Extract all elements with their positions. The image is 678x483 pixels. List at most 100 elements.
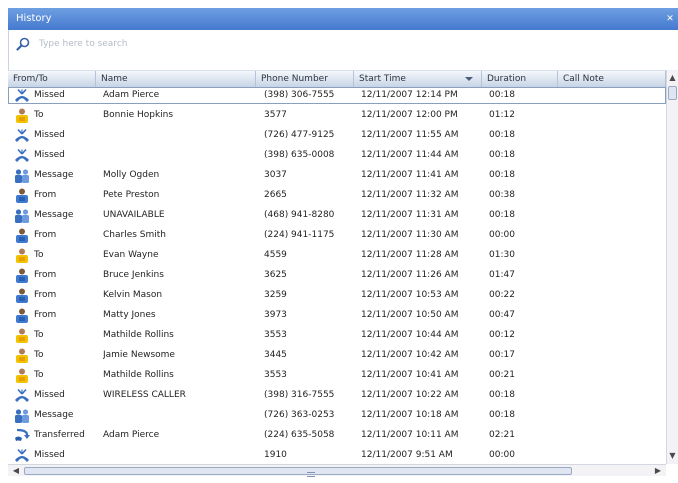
call-row[interactable]: Message UNAVAILABLE (468) 941-8280 12/11/20… (8, 207, 666, 224)
close-icon[interactable]: ✕ (665, 13, 675, 25)
call-row[interactable]: To Bonnie Hopkins 3577 12/11/2007 12:00 PM 0… (8, 107, 666, 124)
cell-duration: 00:00 (489, 230, 515, 240)
call-row[interactable]: From Pete Preston 2665 12/11/2007 11:32 AM 0… (8, 187, 666, 204)
call-row[interactable]: To Mathilde Rollins 3553 12/11/2007 10:41 A… (8, 367, 666, 384)
cell-name: Mathilde Rollins (103, 330, 174, 340)
cell-duration: 00:18 (489, 90, 515, 100)
scroll-left-icon[interactable]: ◀ (10, 465, 22, 476)
horizontal-scroll-thumb[interactable] (24, 467, 572, 477)
scroll-up-icon[interactable]: ▲ (667, 72, 678, 84)
cell-call-note (565, 87, 665, 104)
cell-start-time: 12/11/2007 11:28 AM (361, 250, 459, 260)
missed-call-icon (14, 448, 30, 463)
call-row[interactable]: Message Molly Ogden 3037 12/11/2007 11:41 A… (8, 167, 666, 184)
cell-name: Adam Pierce (103, 90, 160, 100)
column-header-name[interactable]: Name (96, 71, 256, 87)
cell-phone: 3553 (264, 370, 287, 380)
cell-from-to: From (34, 310, 57, 320)
cell-phone: (224) 941-1175 (264, 230, 335, 240)
cell-call-note (565, 267, 665, 284)
cell-start-time: 12/11/2007 10:42 AM (361, 350, 459, 360)
cell-name (103, 407, 253, 424)
cell-phone: 3445 (264, 350, 287, 360)
cell-phone: 3973 (264, 310, 287, 320)
search-icon (16, 37, 30, 51)
column-header-from-to[interactable]: From/To (8, 71, 96, 87)
call-row[interactable]: Transferred Adam Pierce (224) 635-5058 12/1… (8, 427, 666, 444)
vertical-scroll-thumb[interactable] (668, 86, 677, 100)
cell-phone: (224) 635-5058 (264, 430, 335, 440)
column-header-call-note[interactable]: Call Note (558, 71, 666, 87)
cell-phone: (726) 477-9125 (264, 130, 335, 140)
scroll-down-icon[interactable]: ▼ (667, 450, 678, 462)
horizontal-scrollbar[interactable]: ◀ ▶ (8, 464, 666, 477)
cell-start-time: 12/11/2007 11:26 AM (361, 270, 459, 280)
cell-phone: (468) 941-8280 (264, 210, 335, 220)
call-row[interactable]: From Bruce Jenkins 3625 12/11/2007 11:26 AM… (8, 267, 666, 284)
voicemail-icon (14, 208, 30, 223)
cell-start-time: 12/11/2007 12:00 PM (361, 110, 458, 120)
call-row[interactable]: From Kelvin Mason 3259 12/11/2007 10:53 AM 0… (8, 287, 666, 304)
cell-duration: 02:21 (489, 430, 515, 440)
call-row[interactable]: To Mathilde Rollins 3553 12/11/2007 10:44 A… (8, 327, 666, 344)
cell-start-time: 12/11/2007 10:50 AM (361, 310, 459, 320)
cell-from-to: Missed (34, 130, 65, 140)
cell-from-to: Message (34, 170, 74, 180)
cell-call-note (565, 147, 665, 164)
cell-call-note (565, 127, 665, 144)
cell-call-note (565, 327, 665, 344)
missed-call-icon (14, 88, 30, 103)
cell-name: Bruce Jenkins (103, 270, 164, 280)
search-input[interactable]: Type here to search (39, 39, 127, 49)
missed-call-icon (14, 388, 30, 403)
cell-name: Mathilde Rollins (103, 370, 174, 380)
call-row[interactable]: Missed Adam Pierce (398) 306-7555 12/11/200… (8, 87, 666, 104)
voicemail-icon (14, 408, 30, 423)
cell-from-to: From (34, 190, 57, 200)
call-row[interactable]: Missed (726) 477-9125 12/11/2007 11:55 AM 0… (8, 127, 666, 144)
cell-start-time: 12/11/2007 11:30 AM (361, 230, 459, 240)
outgoing-call-icon (14, 108, 30, 123)
call-row[interactable]: Missed (398) 635-0008 12/11/2007 11:44 AM 0… (8, 147, 666, 164)
cell-name (103, 447, 253, 464)
cell-start-time: 12/11/2007 10:18 AM (361, 410, 459, 420)
cell-call-note (565, 227, 665, 244)
cell-start-time: 12/11/2007 11:31 AM (361, 210, 459, 220)
cell-name (103, 127, 253, 144)
cell-duration: 01:47 (489, 270, 515, 280)
outgoing-call-icon (14, 348, 30, 363)
cell-name: Jamie Newsome (103, 350, 175, 360)
vertical-scrollbar[interactable]: ▲ ▼ (666, 70, 678, 464)
column-header-start-time[interactable]: Start Time (354, 71, 482, 87)
incoming-call-icon (14, 288, 30, 303)
cell-name: Kelvin Mason (103, 290, 163, 300)
call-row[interactable]: To Jamie Newsome 3445 12/11/2007 10:42 AM 00… (8, 347, 666, 364)
column-header-phone[interactable]: Phone Number (256, 71, 354, 87)
column-header-duration[interactable]: Duration (482, 71, 558, 87)
cell-duration: 00:18 (489, 150, 515, 160)
cell-start-time: 12/11/2007 12:14 PM (361, 90, 458, 100)
scroll-right-icon[interactable]: ▶ (652, 465, 664, 476)
cell-phone: 1910 (264, 450, 287, 460)
cell-call-note (565, 187, 665, 204)
cell-call-note (565, 167, 665, 184)
cell-duration: 00:17 (489, 350, 515, 360)
cell-phone: (398) 635-0008 (264, 150, 335, 160)
incoming-call-icon (14, 228, 30, 243)
call-row[interactable]: Message (726) 363-0253 12/11/2007 10:18 AM… (8, 407, 666, 424)
call-row[interactable]: From Charles Smith (224) 941-1175 12/11/200… (8, 227, 666, 244)
cell-start-time: 12/11/2007 10:41 AM (361, 370, 459, 380)
cell-from-to: To (34, 370, 44, 380)
incoming-call-icon (14, 308, 30, 323)
cell-duration: 01:30 (489, 250, 515, 260)
cell-name: WIRELESS CALLER (103, 390, 186, 400)
call-row[interactable]: Missed WIRELESS CALLER (398) 316-7555 12/11… (8, 387, 666, 404)
cell-from-to: Transferred (34, 430, 85, 440)
cell-duration: 00:22 (489, 290, 515, 300)
cell-duration: 00:18 (489, 410, 515, 420)
cell-name (103, 147, 253, 164)
call-row[interactable]: To Evan Wayne 4559 12/11/2007 11:28 AM 01:30 (8, 247, 666, 264)
call-row[interactable]: From Matty Jones 3973 12/11/2007 10:50 AM 00… (8, 307, 666, 324)
cell-start-time: 12/11/2007 11:55 AM (361, 130, 459, 140)
call-row[interactable]: Missed 1910 12/11/2007 9:51 AM 00:00 (8, 447, 666, 464)
